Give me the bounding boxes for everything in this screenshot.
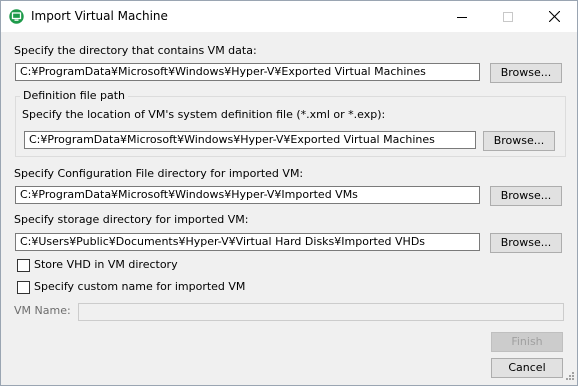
vm-data-browse-button[interactable]: Browse...: [490, 63, 562, 83]
definition-file-label: Specify the location of VM's system defi…: [22, 108, 386, 121]
vm-data-label: Specify the directory that contains VM d…: [14, 44, 257, 57]
definition-file-browse-button[interactable]: Browse...: [483, 131, 555, 151]
close-button[interactable]: [531, 1, 577, 32]
hyperv-app-icon: [9, 9, 24, 24]
vm-data-path-field[interactable]: C:¥ProgramData¥Microsoft¥Windows¥Hyper-V…: [15, 63, 480, 81]
storage-dir-label: Specify storage directory for imported V…: [14, 213, 249, 226]
finish-button[interactable]: Finish: [491, 332, 563, 352]
maximize-button[interactable]: [485, 1, 531, 32]
title-bar: Import Virtual Machine: [1, 1, 577, 32]
window-title: Import Virtual Machine: [31, 9, 168, 23]
minimize-icon: [457, 16, 467, 18]
config-dir-label: Specify Configuration File directory for…: [14, 167, 304, 180]
resize-grip-icon[interactable]: [563, 371, 575, 383]
custom-name-label: Specify custom name for imported VM: [34, 280, 246, 293]
definition-file-path-field[interactable]: C:¥ProgramData¥Microsoft¥Windows¥Hyper-V…: [24, 131, 476, 149]
vm-name-label: VM Name:: [14, 304, 71, 317]
definition-group-title: Definition file path: [20, 89, 129, 102]
import-vm-window: Import Virtual Machine Specify the direc…: [0, 0, 578, 386]
custom-name-checkbox[interactable]: [17, 281, 30, 294]
cancel-button[interactable]: Cancel: [491, 358, 563, 378]
maximize-icon: [503, 11, 513, 22]
storage-dir-browse-button[interactable]: Browse...: [490, 233, 562, 253]
config-dir-browse-button[interactable]: Browse...: [490, 186, 562, 206]
store-vhd-label: Store VHD in VM directory: [34, 258, 178, 271]
vm-name-field[interactable]: [78, 303, 564, 321]
minimize-button[interactable]: [439, 1, 485, 32]
store-vhd-checkbox[interactable]: [17, 259, 30, 272]
close-icon: [548, 11, 560, 22]
config-dir-path-field[interactable]: C:¥ProgramData¥Microsoft¥Windows¥Hyper-V…: [15, 186, 480, 204]
storage-dir-path-field[interactable]: C:¥Users¥Public¥Documents¥Hyper-V¥Virtua…: [15, 233, 480, 251]
